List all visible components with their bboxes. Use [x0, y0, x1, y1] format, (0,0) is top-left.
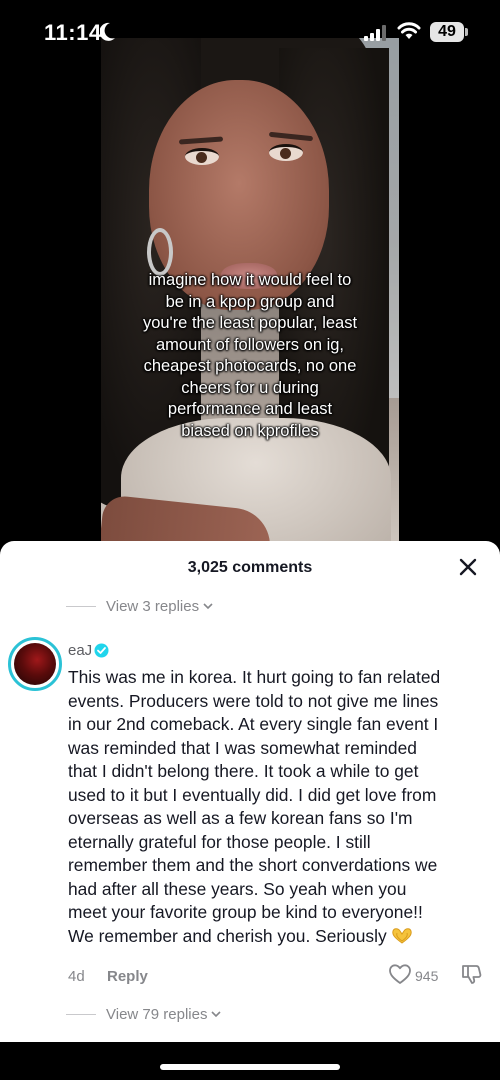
caption-line: amount of followers on ig,	[155, 335, 345, 354]
home-bar-area	[0, 1042, 500, 1080]
comment-line: had after all these years. So yeah when …	[68, 878, 407, 899]
avatar[interactable]	[8, 637, 62, 691]
caption-line: cheapest photocards, no one	[143, 357, 357, 375]
caption-line: be in a kpop group and	[165, 292, 335, 311]
home-indicator[interactable]	[160, 1064, 340, 1070]
video-eye-right	[269, 144, 303, 161]
heart-hands-emoji-icon	[391, 927, 412, 944]
comment-text: This was me in korea. It hurt going to f…	[68, 666, 488, 948]
comment-line: overseas as well as a few korean fans so…	[68, 808, 413, 828]
close-icon[interactable]	[458, 557, 478, 577]
replies-divider	[66, 605, 96, 607]
comments-sheet: 3,025 comments View 3 replies eaJ This w…	[0, 541, 500, 1042]
chevron-down-icon	[211, 1011, 222, 1018]
status-time: 11:14	[44, 20, 102, 45]
video-player[interactable]: imagine how it would feel to be in a kpo…	[101, 38, 399, 548]
chevron-down-icon	[203, 603, 213, 610]
view-replies-top[interactable]: View 3 replies	[66, 596, 214, 616]
comment-line: that I didn't belong there. It took a wh…	[68, 761, 419, 781]
like-count: 945	[415, 968, 439, 984]
comment-line: This was me in korea. It hurt going to f…	[68, 667, 441, 687]
view-replies-bottom[interactable]: View 79 replies	[66, 1004, 222, 1024]
comment-username[interactable]: eaJ	[68, 642, 92, 659]
comment-line: meet your favorite group be kind to ever…	[68, 902, 423, 922]
comment-line: remember them and the short converdation…	[68, 855, 438, 875]
dislike-icon[interactable]	[459, 962, 483, 986]
heart-icon[interactable]	[388, 963, 412, 985]
status-bar: 11:14 49	[0, 0, 500, 62]
battery-cap	[465, 28, 468, 36]
battery-icon: 49	[430, 22, 464, 42]
comment-line: in our 2nd comeback. At every single fan…	[68, 714, 439, 734]
comment-date: 4d	[68, 968, 85, 985]
comment-line: events. Producers were told to not give …	[68, 690, 439, 711]
caption-line: you're the least popular, least	[142, 314, 358, 332]
caption-line: imagine how it would feel to	[148, 271, 352, 289]
caption-line: performance and least	[167, 400, 333, 418]
wifi-icon	[397, 22, 421, 39]
comment-line: was reminded that I was somewhat reminde…	[68, 737, 417, 758]
reply-button[interactable]: Reply	[107, 968, 148, 985]
view-replies-label: View 79 replies	[106, 1005, 208, 1023]
comment-line: used to it but I eventually did. I did g…	[68, 784, 437, 805]
comments-count-title: 3,025 comments	[187, 559, 313, 576]
avatar-image	[14, 643, 56, 685]
view-replies-label: View 3 replies	[106, 597, 200, 615]
comment-line: eternally grateful for those people. I s…	[68, 831, 371, 852]
comment-line-last: We remember and cherish you. Seriously	[68, 925, 488, 949]
video-caption: imagine how it would feel to be in a kpo…	[101, 270, 399, 442]
caption-line: cheers for u during	[181, 378, 319, 397]
video-eye-left	[185, 148, 219, 165]
video-earring	[147, 228, 173, 276]
moon-icon	[100, 22, 115, 41]
verified-icon	[94, 643, 109, 658]
caption-line: biased on kprofiles	[181, 421, 319, 440]
comment-line: We remember and cherish you. Seriously	[68, 925, 387, 946]
replies-divider	[66, 1013, 96, 1015]
signal-icon	[364, 25, 386, 41]
